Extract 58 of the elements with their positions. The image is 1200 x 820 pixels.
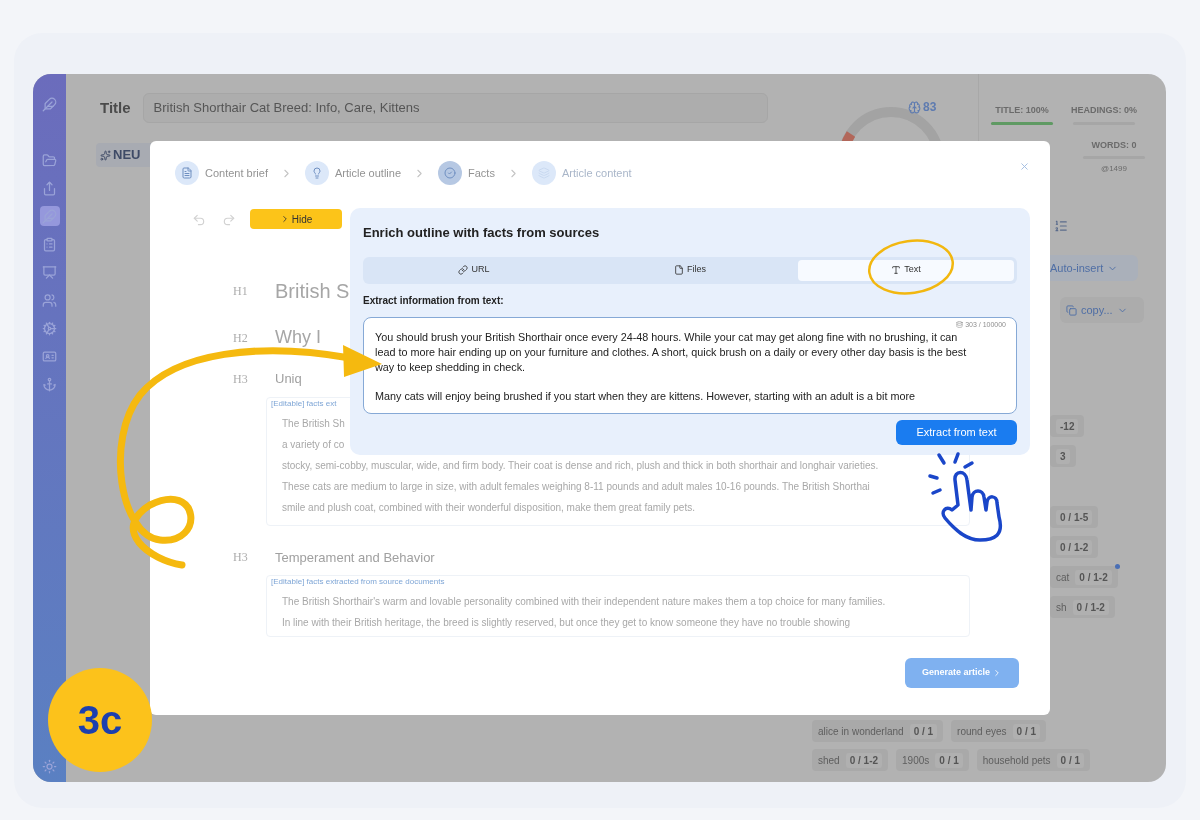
heading-level: H1 <box>233 283 249 300</box>
outline-heading: Temperament and Behavior <box>275 548 435 567</box>
wizard-step[interactable]: Facts <box>438 161 495 185</box>
extract-button[interactable]: Extract from text <box>896 419 1017 445</box>
facts-line: a variety of co <box>282 437 345 452</box>
stat-tab[interactable]: HEADINGS: 0% <box>1071 104 1137 118</box>
keyword-label: 1900s <box>902 753 930 768</box>
source-tab[interactable]: Text <box>798 259 1014 281</box>
facts-label: [Editable] facts extracted from source documents <box>270 576 445 588</box>
keyword-count: 0 / 1-5 <box>1056 509 1093 525</box>
outline-heading: Why I <box>275 326 321 349</box>
keyword-count: -12 <box>1056 418 1079 434</box>
heading-level: H3 <box>233 549 249 567</box>
outline-heading: British S <box>275 279 350 304</box>
title-field[interactable]: British Shorthair Cat Breed: Info, Care, Kittens <box>142 93 768 123</box>
stat-tab[interactable]: TITLE: 100% <box>995 104 1049 118</box>
score-value: 83 <box>923 99 937 116</box>
keyword-count: 0 / 1-2 <box>1072 599 1109 615</box>
words-target: @1499 <box>1101 163 1127 175</box>
keyword-label: sh <box>1056 600 1067 615</box>
text-field-line: way to keep shedding in check. <box>375 360 526 375</box>
facts-label: [Editable] facts ext <box>270 397 337 410</box>
keyword-count: 0 / 1 <box>909 723 938 739</box>
field-label: Extract information from text: <box>363 293 505 308</box>
source-tab[interactable]: Files <box>582 259 798 281</box>
facts-line: stocky, semi-cobby, muscular, wide, and firm body. Their coat is dense and rich, plush and thick in both shorthair and longhair varieties. <box>282 458 879 473</box>
panel-title: Enrich outline with facts from sources <box>363 224 601 242</box>
copy-dropdown[interactable]: copy... <box>1060 297 1144 323</box>
keyword-count: 0 / 1-2 <box>845 752 883 768</box>
keyword-label: alice in wonderland <box>818 724 904 739</box>
keyword-count: 0 / 1 <box>935 752 963 768</box>
source-tab[interactable]: URL <box>366 259 582 281</box>
heading-level: H3 <box>233 370 249 388</box>
facts-line: smile and plush coat, combined with their wonderful disposition, make them great family pets. <box>282 500 695 515</box>
keyword-label: cat <box>1056 570 1070 585</box>
heading-level: H2 <box>233 329 249 347</box>
outline-heading: Uniq <box>275 370 302 388</box>
keyword-count: 0 / 1 <box>1056 752 1085 768</box>
keyword-count: 0 / 1-2 <box>1056 539 1093 555</box>
wizard-step[interactable]: Article outline <box>305 161 402 185</box>
keyword-count: 0 / 1 <box>1012 723 1041 739</box>
facts-line: These cats are medium to large in size, with adult females weighing 8-11 pounds and adult males 10-16 pounds. The British Shorthai <box>282 479 870 494</box>
facts-line: In line with their British heritage, the breed is slightly reserved, but once they get to know someone they have no trouble showing <box>282 616 851 630</box>
text-field-line: You should brush your British Shorthair once every 24-48 hours. While your cat may get along fine with no brushing, it can <box>375 330 958 345</box>
words-count: WORDS: 0 <box>1091 138 1137 152</box>
keyword-label: round eyes <box>957 724 1007 739</box>
facts-line: The British Shorthair's warm and lovable personality combined with their independent nature makes them a top choice for many families. <box>282 595 886 609</box>
keyword-count: 0 / 1-2 <box>1075 569 1112 585</box>
hide-button[interactable]: Hide <box>250 209 342 229</box>
wizard-step[interactable]: Content brief <box>175 161 268 185</box>
keyword-label: shed <box>818 753 840 768</box>
title-label: Title <box>100 97 131 118</box>
keyword-label: household pets <box>982 753 1051 768</box>
keyword-count: 3 <box>1056 448 1070 464</box>
brand-text: NEU <box>113 146 141 165</box>
text-field-line: Many cats will enjoy being brushed if you start when they are kittens. However, starting with an adult is a bit more <box>375 389 916 404</box>
text-field-line: lead to more hair ending up on your furniture and clothes. A short, quick brush on a daily or every other day basis is the best <box>375 345 967 360</box>
facts-line: The British Sh <box>282 416 345 431</box>
